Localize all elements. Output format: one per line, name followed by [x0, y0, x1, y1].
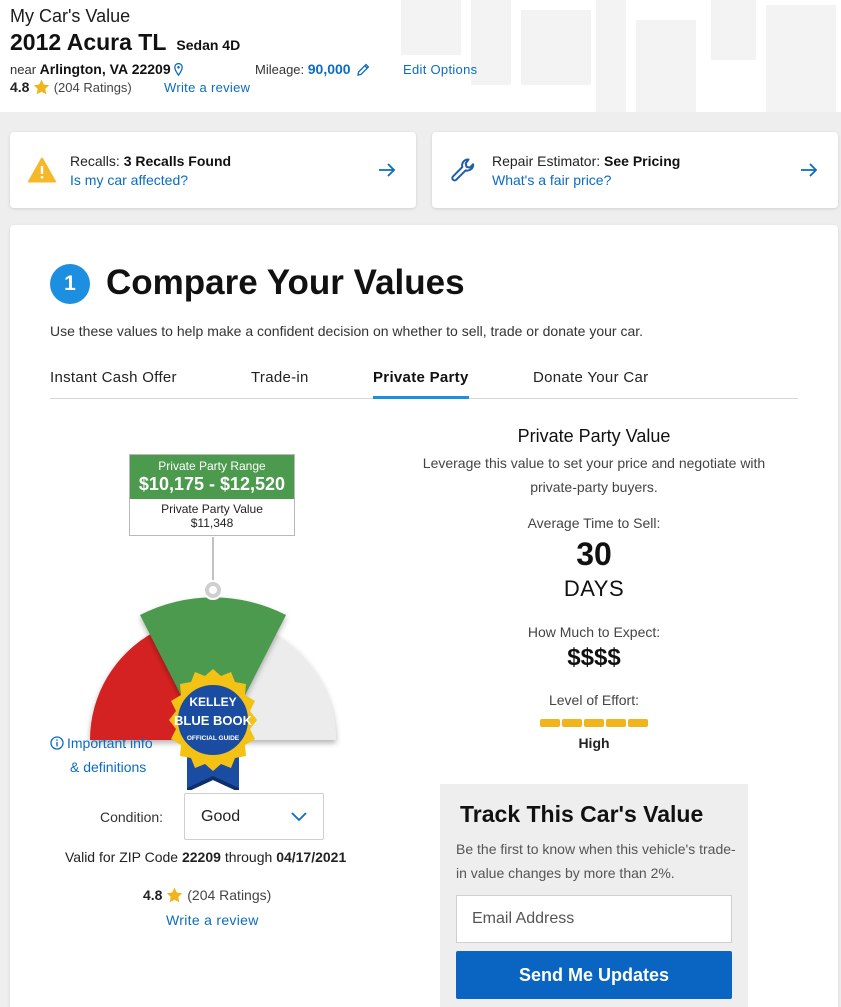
effort-level-text: High — [578, 735, 610, 751]
map-pin-icon[interactable] — [174, 63, 184, 76]
pencil-icon[interactable] — [357, 63, 370, 76]
valid-prefix: Valid for ZIP Code — [65, 849, 179, 865]
track-value-box: Track This Car's Value Be the first to k… — [440, 784, 748, 1007]
expect-value: $$$$ — [567, 644, 621, 671]
write-review-link[interactable]: Write a review — [164, 80, 250, 95]
avg-time-value: 30 — [576, 536, 612, 572]
chevron-down-icon — [291, 812, 307, 822]
effort-segment — [628, 719, 648, 727]
private-party-value-label: Private Party Value — [161, 502, 263, 516]
near-label: near — [10, 62, 37, 77]
bottom-rating: 4.8 (204 Ratings) — [143, 887, 271, 903]
tab-trade-in[interactable]: Trade-in — [251, 369, 309, 399]
header-rating: 4.8 (204 Ratings) — [10, 79, 132, 95]
recalls-link[interactable]: Is my car affected? — [70, 172, 188, 188]
important-info-link[interactable]: Important info & definitions — [50, 731, 153, 779]
location-zip[interactable]: 22209 — [132, 61, 171, 77]
vehicle-title: 2012 Acura TL Sedan 4D — [10, 29, 240, 56]
range-value: $10,175 - $12,520 — [138, 474, 286, 494]
arrow-right-icon[interactable] — [378, 162, 396, 178]
gauge-needle-knob-center — [209, 586, 217, 594]
effort-segment — [606, 719, 626, 727]
private-party-value: $11,348 — [190, 516, 234, 530]
vehicle-body-style: Sedan 4D — [176, 37, 241, 53]
valid-zip: 22209 — [181, 849, 221, 865]
effort-segment — [562, 719, 582, 727]
kbb-logo: KELLEY BLUE BOOK OFFICIAL GUIDE — [169, 669, 257, 790]
tab-private-party[interactable]: Private Party — [373, 369, 469, 399]
vehicle-name: 2012 Acura TL — [10, 29, 167, 55]
arrow-right-icon[interactable] — [800, 162, 818, 178]
repair-link[interactable]: What's a fair price? — [492, 172, 611, 188]
range-header: Private Party Range $10,175 - $12,520 — [130, 455, 294, 499]
info-icon — [50, 736, 64, 750]
recalls-label: Recalls: — [70, 153, 120, 169]
repair-value: See Pricing — [604, 153, 681, 169]
repair-text: Repair Estimator: See Pricing — [492, 153, 680, 169]
expect-label: How Much to Expect: — [527, 624, 661, 640]
track-description: Be the first to know when this vehicle's… — [456, 841, 736, 881]
valid-through: through — [224, 849, 273, 865]
email-input[interactable] — [456, 895, 732, 943]
bottom-write-review-link[interactable]: Write a review — [166, 912, 259, 928]
bottom-rating-value: 4.8 — [143, 887, 163, 903]
page-eyebrow: My Car's Value — [10, 6, 131, 26]
kbb-logo-top-text: KELLEY — [189, 695, 236, 709]
rating-value: 4.8 — [10, 79, 30, 95]
rating-count: (204 Ratings) — [53, 80, 132, 95]
tab-instant-cash-offer[interactable]: Instant Cash Offer — [50, 369, 177, 399]
bottom-rating-count: (204 Ratings) — [187, 887, 272, 903]
repair-label: Repair Estimator: — [492, 153, 601, 169]
location: near Arlington, VA 22209 — [10, 61, 184, 77]
value-title: Private Party Value — [517, 426, 671, 446]
track-title: Track This Car's Value — [460, 801, 704, 827]
mileage-label: Mileage: — [255, 62, 305, 77]
warning-icon — [28, 157, 56, 183]
star-icon — [167, 887, 183, 903]
value-description: Leverage this value to set your price an… — [422, 455, 766, 495]
mileage-value[interactable]: 90,000 — [308, 61, 351, 77]
effort-segment — [540, 719, 560, 727]
recalls-card[interactable]: Recalls: 3 Recalls Found Is my car affec… — [10, 132, 416, 208]
avg-time-unit: DAYS — [563, 576, 625, 601]
edit-options-link[interactable]: Edit Options — [403, 62, 477, 77]
condition-selected-value: Good — [201, 808, 241, 825]
effort-segment — [584, 719, 604, 727]
effort-meter — [540, 719, 648, 727]
effort-label: Level of Effort: — [548, 692, 639, 708]
condition-label: Condition: — [100, 809, 164, 825]
definitions-text[interactable]: & definitions — [50, 755, 153, 779]
kbb-logo-bottom-text: OFFICIAL GUIDE — [187, 735, 240, 742]
vehicle-header: My Car's Value 2012 Acura TL Sedan 4D nea… — [0, 0, 841, 112]
send-updates-button[interactable]: Send Me Updates — [456, 951, 732, 999]
condition-select[interactable]: Good — [184, 793, 324, 840]
avg-time-label: Average Time to Sell: — [527, 515, 661, 531]
recalls-text: Recalls: 3 Recalls Found — [70, 153, 231, 169]
recalls-value: 3 Recalls Found — [123, 153, 232, 169]
tab-donate-your-car[interactable]: Donate Your Car — [533, 369, 648, 399]
wrench-icon — [451, 158, 475, 182]
valid-zip-text: Valid for ZIP Code 22209 through 04/17/2… — [65, 849, 346, 865]
repair-estimator-card[interactable]: Repair Estimator: See Pricing What's a f… — [432, 132, 838, 208]
section-description: Use these values to help make a confiden… — [50, 323, 644, 339]
star-icon — [33, 79, 50, 95]
value-tabs: Instant Cash Offer Trade-in Private Part… — [50, 365, 798, 399]
kbb-logo-main-text: BLUE BOOK — [174, 713, 253, 728]
private-party-range-tooltip: Private Party Range $10,175 - $12,520 Pr… — [129, 454, 295, 536]
valid-date: 04/17/2021 — [276, 849, 347, 865]
location-city: Arlington, VA — [39, 61, 129, 77]
compare-values-panel: 1 Compare Your Values Use these values t… — [10, 225, 838, 1007]
step-number-badge: 1 — [50, 264, 90, 304]
skyline-background — [381, 0, 841, 112]
section-title: Compare Your Values — [106, 263, 465, 302]
range-label: Private Party Range — [158, 459, 266, 473]
mileage: Mileage: 90,000 — [255, 61, 370, 77]
important-info-text[interactable]: Important info — [67, 735, 153, 751]
